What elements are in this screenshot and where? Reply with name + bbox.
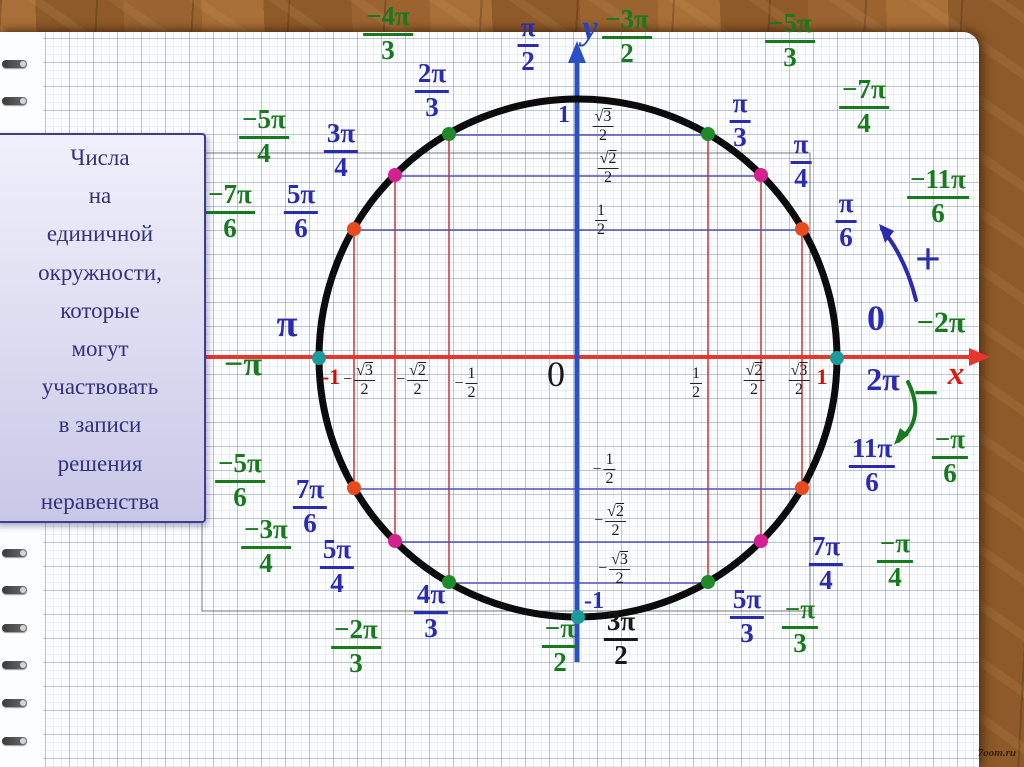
axis-tick: √22 (598, 150, 619, 186)
axis-tick: −12 (592, 452, 615, 487)
info-box: Числанаединичнойокружности,которыемогуту… (0, 133, 206, 523)
angle-label: −7π4 (839, 76, 889, 137)
slide: { "textbox": { "lines": ["Числа","на","е… (0, 0, 1024, 767)
axis-tick: −√22 (594, 503, 626, 539)
angle-label: −2π3 (331, 616, 381, 677)
circle-point (795, 222, 809, 236)
angle-label: −3π2 (602, 6, 652, 67)
axis-tick: 1 (558, 103, 570, 127)
circle-point (701, 575, 715, 589)
axis-tick: 12 (595, 203, 607, 238)
circle-point (754, 534, 768, 548)
angle-label: −3π4 (241, 516, 291, 577)
angle-label: −2π (917, 308, 966, 339)
angle-label: 0 (867, 300, 885, 337)
watermark: 7oom.ru (978, 747, 1016, 759)
angle-label: 7π6 (293, 476, 327, 537)
circle-point (754, 168, 768, 182)
axis-tick: √22 (744, 362, 765, 398)
angle-label: 4π3 (414, 581, 448, 642)
angle-label: 11π6 (849, 435, 895, 496)
axis-tick: √32 (789, 362, 810, 398)
x-axis-arrowhead (969, 348, 990, 366)
angle-label: 3π4 (324, 120, 358, 181)
angle-label: −π6 (932, 426, 968, 487)
circle-point (312, 351, 326, 365)
angle-label: −π (224, 348, 262, 383)
axis-tick: -1 (322, 366, 340, 388)
angle-label: −11π6 (907, 166, 969, 227)
axis-tick: 1 (817, 366, 828, 388)
angle-label: − (913, 370, 939, 417)
circle-point (830, 351, 844, 365)
axis-tick: √32 (593, 108, 614, 144)
angle-label: −π2 (542, 615, 578, 676)
angle-label: 2π (866, 363, 900, 396)
angle-label: 2π3 (415, 60, 449, 121)
angle-label: π4 (791, 131, 812, 192)
angle-label: π3 (730, 90, 751, 151)
angle-label: 3π2 (604, 608, 638, 669)
angle-label: −π3 (782, 596, 818, 657)
angle-label: −7π6 (205, 181, 255, 242)
angle-label: 5π4 (320, 536, 354, 597)
angle-label: π2 (518, 14, 539, 75)
angle-label: π6 (836, 190, 857, 251)
circle-point (442, 127, 456, 141)
angle-label: −5π6 (215, 450, 265, 511)
axis-tick: 0 (547, 356, 565, 392)
axis-tick: −√22 (396, 362, 428, 398)
circle-point (388, 168, 402, 182)
angle-label: y (582, 10, 598, 46)
circle-point (347, 222, 361, 236)
angle-label: −π4 (877, 530, 913, 591)
angle-label: π (277, 305, 298, 344)
angle-label: −5π4 (239, 106, 289, 167)
circle-point (701, 127, 715, 141)
angle-label: −5π3 (765, 10, 815, 71)
angle-label: + (915, 236, 941, 283)
axis-tick: -1 (584, 589, 604, 613)
circle-point (795, 481, 809, 495)
axis-tick: 12 (690, 366, 702, 401)
circle-point (388, 534, 402, 548)
axis-tick: −√32 (343, 362, 375, 398)
angle-label: 5π6 (284, 181, 318, 242)
circle-point (347, 481, 361, 495)
angle-label: 5π3 (730, 586, 764, 647)
axis-tick: −√32 (598, 551, 630, 587)
angle-label: −4π3 (363, 3, 413, 64)
axis-tick: −12 (454, 366, 477, 401)
angle-label: 7π4 (809, 533, 843, 594)
info-box-text: Числанаединичнойокружности,которыемогуту… (0, 139, 204, 521)
angle-label: x (948, 358, 965, 392)
